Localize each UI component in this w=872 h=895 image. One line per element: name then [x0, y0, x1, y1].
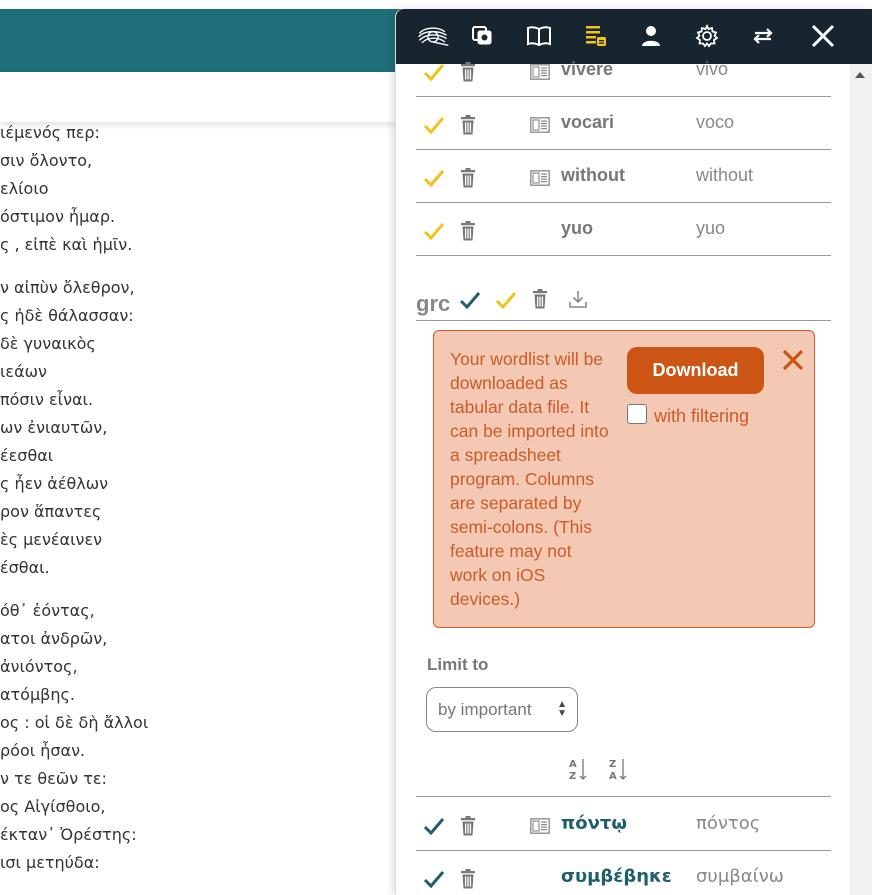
download-info-text: Your wordlist will be downloaded as tabu… — [450, 349, 609, 609]
dictionary-icon[interactable] — [530, 64, 550, 80]
svg-text:A: A — [569, 759, 577, 770]
word-form[interactable]: πόντῳ — [561, 813, 627, 834]
greek-reading-text: ιέμενός περ: σιν ὄλοντο, ελίοιο όστιμον ἦμα… — [0, 119, 400, 877]
with-filtering-label: with filtering — [654, 406, 750, 426]
greek-text-line: ν αἰπὺν ὄλεθρον, — [0, 278, 135, 297]
greek-text-line: ρόοι ἦσαν. — [0, 741, 86, 760]
word-form[interactable]: vivere — [561, 59, 613, 80]
word-form[interactable]: vocari — [561, 112, 614, 133]
trash-icon[interactable] — [460, 168, 476, 188]
svg-text:Z: Z — [569, 771, 576, 781]
word-lemma: yuo — [696, 218, 726, 238]
trash-icon[interactable] — [460, 816, 476, 836]
greek-text-line: έσθαι. — [0, 558, 50, 577]
greek-text-line: ος Αἰγίσθοιο, — [0, 797, 106, 816]
greek-text-line: ων ἐνιαυτῶν, — [0, 418, 108, 437]
check-icon[interactable] — [422, 815, 446, 839]
word-row: vocari voco — [416, 97, 831, 150]
word-row: συμβέβηκε συμβαίνω — [416, 851, 831, 895]
greek-text-line: ἀνιόντος, — [0, 657, 78, 676]
greek-text-line: έεσθαι — [0, 446, 54, 465]
download-dialog: Your wordlist will be downloaded as tabu… — [433, 330, 815, 628]
scroll-up-arrow-icon[interactable] — [855, 72, 865, 78]
dictionary-icon[interactable] — [530, 117, 550, 133]
trash-icon[interactable] — [460, 115, 476, 135]
greek-text-line: πόσιν εἶναι. — [0, 390, 94, 409]
word-lemma: πόντος — [696, 813, 761, 834]
word-lemma: συμβαίνω — [696, 866, 784, 887]
check-icon[interactable] — [422, 167, 446, 191]
download-icon[interactable] — [568, 289, 588, 309]
divider — [416, 796, 831, 797]
greek-text-line: ελίοιο — [0, 179, 49, 198]
word-form[interactable]: συμβέβηκε — [561, 866, 672, 887]
select-arrows-icon: ▲ ▼ — [557, 699, 567, 719]
greek-text-line: δὲ γυναικὸς — [0, 334, 96, 353]
check-all-icon[interactable] — [458, 289, 482, 313]
word-lemma: without — [696, 165, 754, 185]
check-icon[interactable] — [422, 114, 446, 138]
word-row: vivere vivo — [416, 44, 831, 97]
limit-select[interactable]: by important ▲ ▼ — [426, 687, 578, 732]
word-form[interactable]: without — [561, 165, 625, 186]
check-icon[interactable] — [422, 868, 446, 892]
greek-text-line: ος : οἱ δὲ δὴ ἄλλοι — [0, 713, 149, 732]
greek-text-line: ιέμενός περ: — [0, 123, 100, 142]
sort-a-z-icon[interactable]: AZ — [568, 757, 588, 781]
greek-text-line: όστιμον ἦμαρ. — [0, 207, 116, 226]
greek-text-line: ς ἦεν ἀέθλων — [0, 474, 109, 493]
trash-icon[interactable] — [460, 221, 476, 241]
svg-text:Z: Z — [609, 759, 616, 770]
download-button[interactable]: Download — [627, 347, 764, 394]
check-icon[interactable] — [422, 61, 446, 85]
word-row: πόντῳ πόντος — [416, 798, 831, 851]
mark-known-icon[interactable] — [494, 289, 518, 313]
vocabulary-panel: vivere vivo vocari voco without without yuo yuo… — [395, 9, 872, 895]
trash-icon[interactable] — [460, 62, 476, 82]
dictionary-icon[interactable] — [530, 818, 550, 834]
greek-text-line: ατόμβης. — [0, 685, 75, 704]
greek-text-line: έκταν᾿ Ὀρέστης: — [0, 825, 137, 844]
word-lemma: voco — [696, 112, 735, 132]
close-dialog-icon[interactable] — [780, 347, 806, 373]
trash-icon[interactable] — [532, 289, 548, 309]
limit-select-value: by important — [438, 700, 532, 719]
word-lemma: vivo — [696, 59, 729, 79]
svg-text:A: A — [609, 771, 617, 781]
word-form[interactable]: yuo — [561, 218, 593, 239]
greek-text-line: ισι μετηύδα: — [0, 853, 100, 872]
check-icon[interactable] — [422, 220, 446, 244]
greek-text-line: σιν ὄλοντο, — [0, 151, 93, 170]
dictionary-icon[interactable] — [530, 170, 550, 186]
trash-icon[interactable] — [460, 869, 476, 889]
word-row: yuo yuo — [416, 203, 831, 256]
greek-text-line: ρον ἅπαντες — [0, 502, 102, 521]
greek-text-line: ατοι ἀνδρῶν, — [0, 629, 108, 648]
greek-text-line: ς ἠδὲ θάλασσαν: — [0, 306, 134, 325]
limit-to-label: Limit to — [427, 655, 489, 674]
panel-scrollbar[interactable] — [850, 64, 872, 895]
greek-text-line: ς , εἰπὲ καὶ ἡμῖν. — [0, 235, 133, 254]
greek-text-line: όθ᾿ ἐόντας, — [0, 601, 95, 620]
greek-text-line: ιεάων — [0, 362, 47, 381]
greek-text-line: ν τε θεῶν τε: — [0, 769, 107, 788]
language-code-label: grc — [416, 291, 451, 316]
word-row: without without — [416, 150, 831, 203]
language-header-row: grc — [416, 281, 831, 321]
sort-z-a-icon[interactable]: ZA — [608, 757, 628, 781]
with-filtering-checkbox[interactable] — [627, 404, 647, 424]
greek-text-line: ὲς μενέαινεν — [0, 530, 103, 549]
